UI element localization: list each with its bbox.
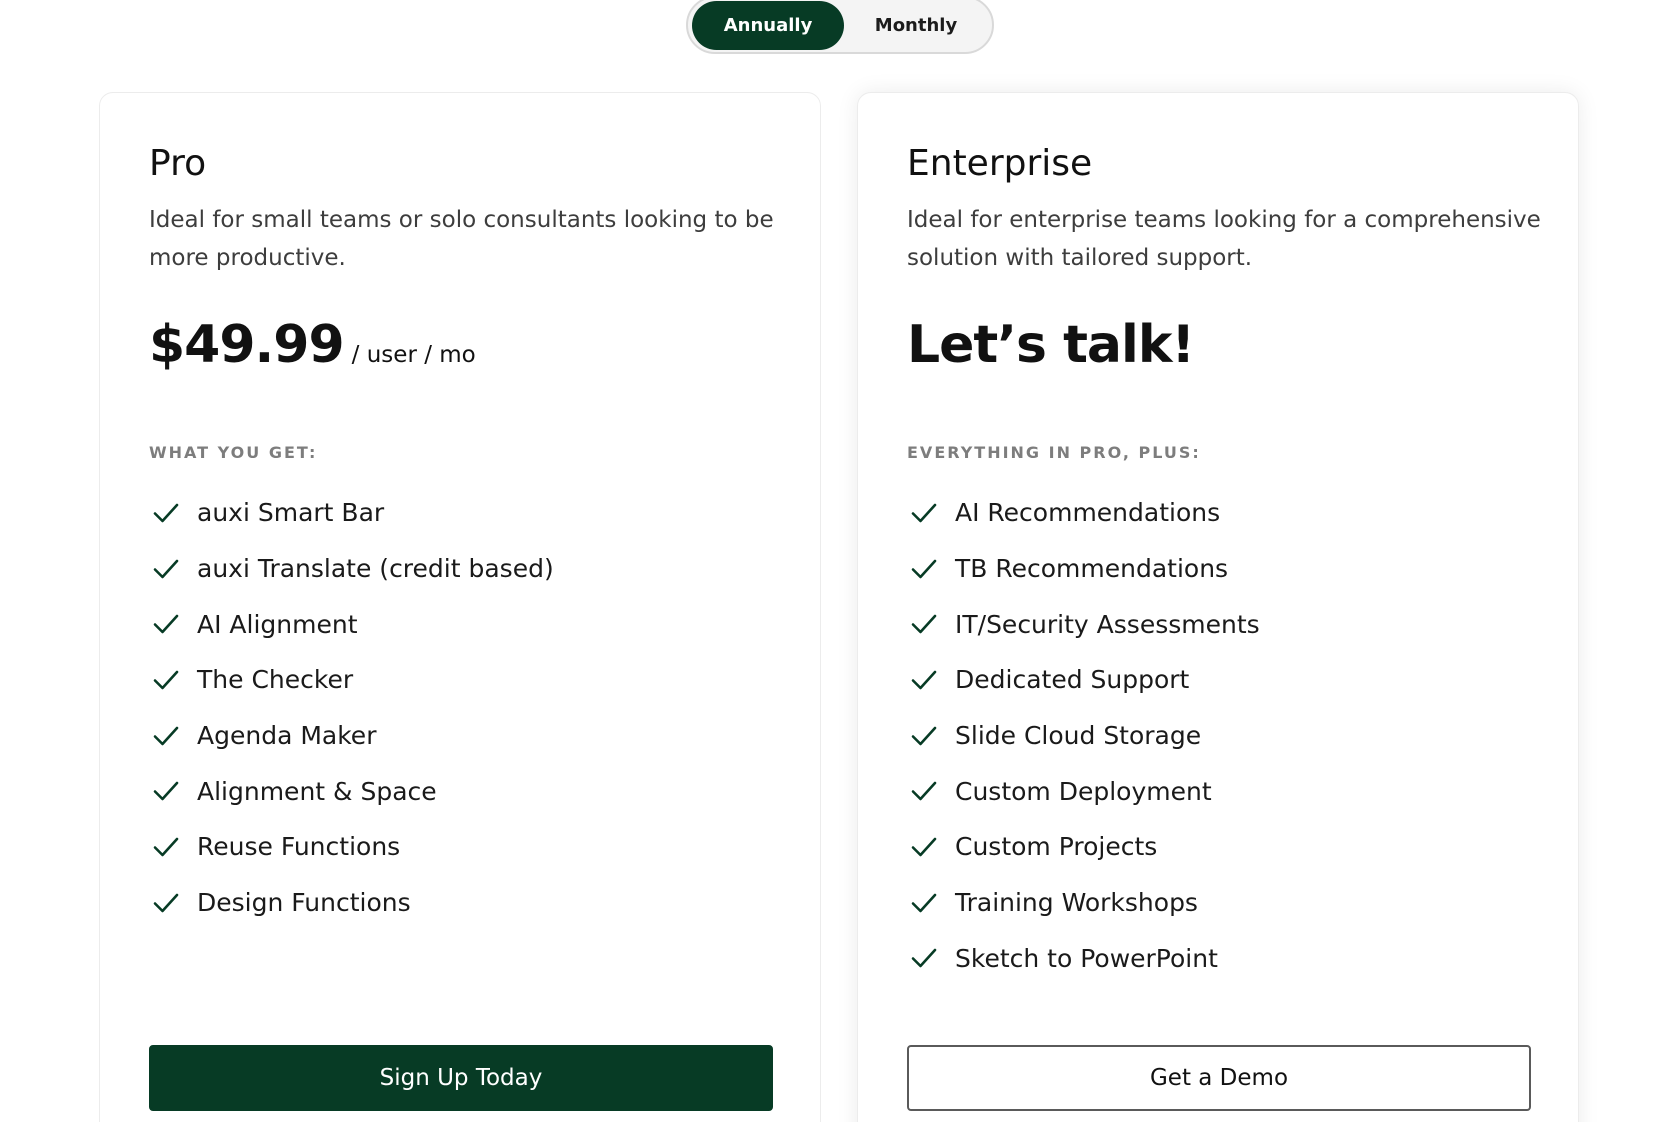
feature-label: Custom Deployment [955,776,1212,806]
check-icon [909,943,939,973]
feature-label: The Checker [197,665,354,695]
check-icon [909,888,939,918]
check-icon [151,554,181,584]
feature-label: AI Alignment [197,609,358,639]
check-icon [909,721,939,751]
get-demo-button[interactable]: Get a Demo [907,1045,1531,1111]
feature-list: auxi Smart Bar auxi Translate (credit bas… [149,485,554,931]
feature-item: auxi Smart Bar [149,485,554,541]
plan-description: Ideal for enterprise teams looking for a… [907,207,1541,271]
toggle-monthly[interactable]: Monthly [844,1,988,50]
check-icon [909,832,939,862]
feature-label: Agenda Maker [197,721,377,751]
feature-label: Custom Projects [955,832,1158,862]
check-icon [151,498,181,528]
pro-plan-card: Pro Ideal for small teams or solo consul… [99,92,821,1122]
check-icon [151,832,181,862]
feature-label: auxi Smart Bar [197,498,385,528]
plan-title: Enterprise [907,143,1093,184]
billing-toggle: Annually Monthly [686,0,994,54]
check-icon [151,609,181,639]
feature-label: Reuse Functions [197,832,401,862]
price-amount: $49.99 [149,315,345,375]
feature-item: AI Recommendations [907,485,1260,541]
feature-label: AI Recommendations [955,498,1221,528]
feature-label: Training Workshops [955,888,1198,918]
features-label: WHAT YOU GET: [149,443,318,462]
price-text: Let’s talk! [907,315,1195,375]
feature-label: TB Recommendations [955,554,1229,584]
feature-item: Sketch to PowerPoint [907,931,1260,987]
feature-label: Alignment & Space [197,776,437,806]
feature-item: Dedicated Support [907,652,1260,708]
check-icon [151,721,181,751]
feature-item: Reuse Functions [149,819,554,875]
plan-description: Ideal for small teams or solo consultant… [149,207,774,271]
feature-item: Alignment & Space [149,763,554,819]
check-icon [909,554,939,584]
feature-label: IT/Security Assessments [955,609,1260,639]
feature-label: Slide Cloud Storage [955,721,1202,751]
check-icon [909,609,939,639]
feature-item: Custom Projects [907,819,1260,875]
pricing-page: Annually Monthly Pro Ideal for small tea… [0,0,1674,1122]
feature-item: auxi Translate (credit based) [149,541,554,597]
feature-item: Custom Deployment [907,763,1260,819]
feature-label: Design Functions [197,888,411,918]
check-icon [909,665,939,695]
price-unit: / user / mo [351,342,476,368]
check-icon [151,665,181,695]
price-row: $49.99 / user / mo [149,315,476,375]
feature-item: AI Alignment [149,596,554,652]
feature-item: Training Workshops [907,875,1260,931]
feature-item: TB Recommendations [907,541,1260,597]
toggle-annually[interactable]: Annually [692,0,844,50]
feature-item: The Checker [149,652,554,708]
check-icon [909,776,939,806]
feature-item: Agenda Maker [149,708,554,764]
feature-label: Dedicated Support [955,665,1190,695]
sign-up-button[interactable]: Sign Up Today [149,1045,773,1111]
feature-item: Design Functions [149,875,554,931]
feature-label: auxi Translate (credit based) [197,554,554,584]
feature-item: Slide Cloud Storage [907,708,1260,764]
feature-list: AI Recommendations TB Recommendations IT/S… [907,485,1260,986]
check-icon [151,776,181,806]
enterprise-plan-card: Enterprise Ideal for enterprise teams lo… [857,92,1579,1122]
feature-label: Sketch to PowerPoint [955,943,1218,973]
check-icon [151,888,181,918]
check-icon [909,498,939,528]
plan-title: Pro [149,143,207,184]
feature-item: IT/Security Assessments [907,596,1260,652]
features-label: EVERYTHING IN PRO, PLUS: [907,443,1201,462]
